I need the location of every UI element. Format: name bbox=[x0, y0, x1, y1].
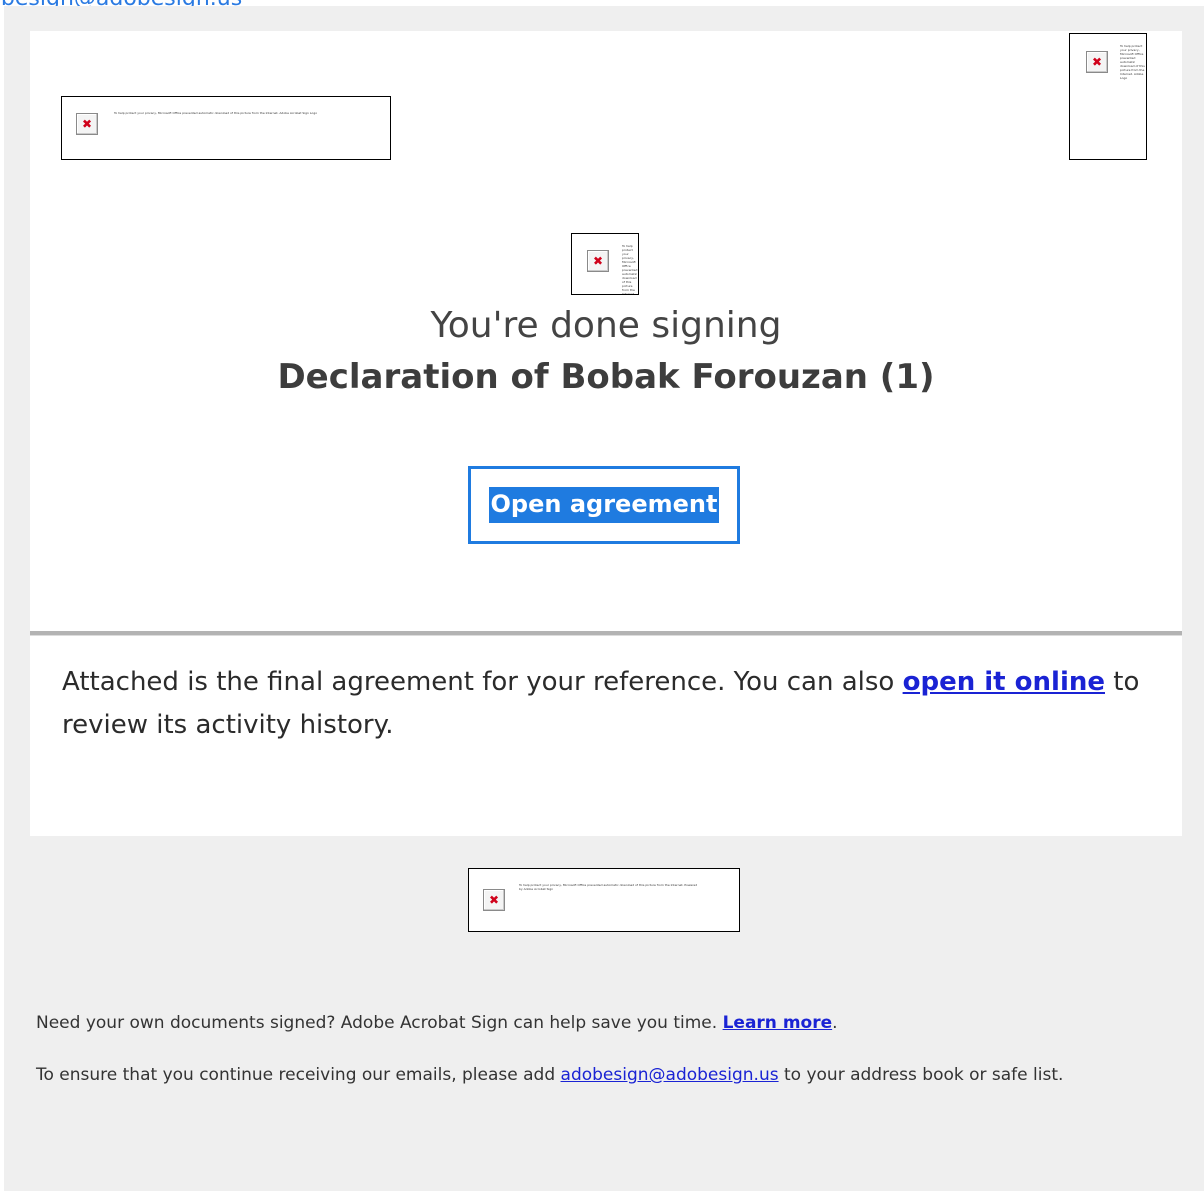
footer-safe-end: to your address book or safe list. bbox=[778, 1065, 1064, 1085]
email-frame: ✖ To help protect your privacy, Microsof… bbox=[4, 6, 1204, 1191]
message-text-before: Attached is the final agreement for your… bbox=[62, 667, 903, 697]
image-alt-text: To help protect your privacy, Microsoft … bbox=[114, 111, 318, 115]
signed-icon-placeholder: ✖ To help protect your privacy, Microsof… bbox=[571, 233, 639, 295]
open-agreement-label: Open agreement bbox=[488, 487, 720, 523]
learn-more-link[interactable]: Learn more bbox=[723, 1013, 833, 1033]
broken-image-icon: ✖ bbox=[587, 250, 609, 272]
adobesign-email-link[interactable]: adobesign@adobesign.us bbox=[561, 1065, 779, 1085]
footer-promo: Need your own documents signed? Adobe Ac… bbox=[36, 1010, 1166, 1036]
image-alt-text: To help protect your privacy, Microsoft … bbox=[622, 244, 638, 295]
document-title: Declaration of Bobak Forouzan (1) bbox=[277, 357, 935, 397]
footer-safe-text: To ensure that you continue receiving ou… bbox=[36, 1065, 561, 1085]
acrobat-sign-logo-placeholder: ✖ To help protect your privacy, Microsof… bbox=[61, 96, 391, 160]
footer-safe-list: To ensure that you continue receiving ou… bbox=[36, 1062, 1166, 1088]
section-divider bbox=[30, 631, 1182, 636]
image-alt-text: To help protect your privacy, Microsoft … bbox=[1120, 44, 1145, 80]
powered-by-logo-placeholder: ✖ To help protect your privacy, Microsof… bbox=[468, 868, 740, 932]
footer-promo-end: . bbox=[832, 1013, 838, 1033]
agreement-message: Attached is the final agreement for your… bbox=[62, 661, 1157, 747]
broken-image-icon: ✖ bbox=[483, 889, 505, 911]
adobe-logo-placeholder: ✖ To help protect your privacy, Microsof… bbox=[1069, 33, 1147, 160]
open-agreement-button[interactable]: Open agreement bbox=[468, 466, 740, 544]
footer-promo-text: Need your own documents signed? Adobe Ac… bbox=[36, 1013, 723, 1033]
email-card: ✖ To help protect your privacy, Microsof… bbox=[30, 31, 1182, 836]
broken-image-icon: ✖ bbox=[76, 113, 98, 135]
done-signing-heading: You're done signing bbox=[430, 305, 782, 346]
image-alt-text: To help protect your privacy, Microsoft … bbox=[519, 883, 698, 891]
open-online-link[interactable]: open it online bbox=[903, 667, 1105, 697]
broken-image-icon: ✖ bbox=[1086, 51, 1108, 73]
